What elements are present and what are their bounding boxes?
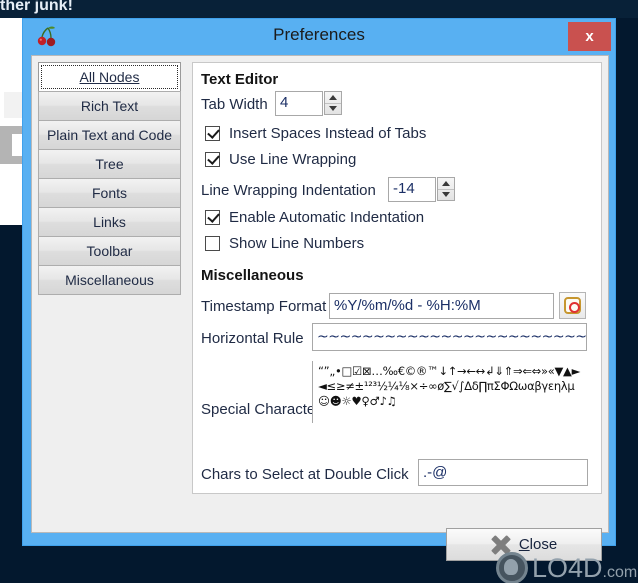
show-line-numbers-checkbox[interactable] <box>205 236 220 251</box>
wrap-indent-stepper[interactable] <box>437 177 455 201</box>
sidebar-item-miscellaneous[interactable]: Miscellaneous <box>38 265 181 295</box>
sidebar-item-tree[interactable]: Tree <box>38 149 181 179</box>
text-editor-group-title: Text Editor <box>201 71 279 88</box>
special-characters-input[interactable]: “”„•□☑⊠…‰€©®™↓↑→←↔↲⇓⇑⇒⇐⇔»«▼▲►◄≤≥≠±¹²³½¼⅛… <box>312 361 587 423</box>
sidebar-item-plain-text-and-code[interactable]: Plain Text and Code <box>38 120 181 150</box>
line-wrapping-checkbox[interactable] <box>205 152 220 167</box>
sidebar-item-toolbar[interactable]: Toolbar <box>38 236 181 266</box>
insert-spaces-checkbox[interactable] <box>205 126 220 141</box>
double-click-chars-label: Chars to Select at Double Click <box>201 466 409 483</box>
auto-indent-label: Enable Automatic Indentation <box>229 209 425 226</box>
show-line-numbers-checkbox-row[interactable]: Show Line Numbers <box>205 235 364 252</box>
auto-indent-checkbox[interactable] <box>205 210 220 225</box>
sidebar-item-all-nodes[interactable]: All Nodes <box>38 62 181 92</box>
window-titlebar[interactable]: Preferences x <box>23 19 615 55</box>
window-title: Preferences <box>273 25 365 44</box>
stepper-down-icon[interactable] <box>438 189 454 200</box>
close-button-label: Close <box>518 536 558 553</box>
timestamp-picker-icon <box>564 297 581 314</box>
insert-spaces-checkbox-row[interactable]: Insert Spaces Instead of Tabs <box>205 125 426 142</box>
close-button-rest: lose <box>529 536 558 553</box>
preferences-category-list: All Nodes Rich Text Plain Text and Code … <box>38 62 181 295</box>
screen: ther junk! LO4D.com LO4D.com Preferen <box>0 0 638 583</box>
preferences-window: Preferences x All Nodes Rich Text Plain … <box>22 18 616 561</box>
horizontal-rule-label: Horizontal Rule <box>201 330 304 347</box>
sidebar-item-links[interactable]: Links <box>38 207 181 237</box>
preferences-content-panel: Text Editor Tab Width 4 Insert Spaces In… <box>192 62 602 494</box>
horizontal-rule-input[interactable]: ~~~~~~~~~~~~~~~~~~~~~~~~~~~~~~~~~~~~~~~~… <box>312 323 587 351</box>
insert-spaces-label: Insert Spaces Instead of Tabs <box>229 125 427 142</box>
sidebar-item-rich-text[interactable]: Rich Text <box>38 91 181 121</box>
show-line-numbers-label: Show Line Numbers <box>229 235 365 252</box>
wrap-indent-label: Line Wrapping Indentation <box>201 182 376 199</box>
auto-indent-checkbox-row[interactable]: Enable Automatic Indentation <box>205 209 424 226</box>
sidebar-item-label: Rich Text <box>80 98 139 114</box>
double-click-chars-input[interactable]: .-@ <box>418 459 588 486</box>
line-wrapping-checkbox-row[interactable]: Use Line Wrapping <box>205 151 356 168</box>
special-characters-label: Special Characters <box>201 401 328 418</box>
sidebar-item-label: Links <box>93 214 126 230</box>
close-button[interactable]: Close <box>446 528 602 561</box>
timestamp-format-input[interactable]: %Y/%m/%d - %H:%M <box>329 293 554 319</box>
window-close-button[interactable]: x <box>568 22 611 51</box>
line-wrapping-label: Use Line Wrapping <box>229 151 357 168</box>
timestamp-format-label: Timestamp Format <box>201 298 327 315</box>
timestamp-picker-button[interactable] <box>559 292 586 319</box>
tab-width-label: Tab Width <box>201 96 268 113</box>
sidebar-item-fonts[interactable]: Fonts <box>38 178 181 208</box>
sidebar-item-label: Toolbar <box>86 243 133 259</box>
tab-width-input[interactable]: 4 <box>275 91 323 116</box>
sidebar-item-label: Fonts <box>91 185 127 201</box>
sidebar-item-label: Tree <box>95 156 124 172</box>
sidebar-item-label: Plain Text and Code <box>46 127 173 143</box>
stepper-down-icon[interactable] <box>325 103 341 114</box>
background-window-titlebar: ther junk! <box>0 0 638 18</box>
miscellaneous-group-title: Miscellaneous <box>201 267 304 284</box>
sidebar-item-label: Miscellaneous <box>65 272 154 288</box>
tab-width-stepper[interactable] <box>324 91 342 115</box>
wrap-indent-input[interactable]: -14 <box>388 177 436 202</box>
sidebar-item-label: All Nodes <box>79 69 140 85</box>
dialog-client-area: All Nodes Rich Text Plain Text and Code … <box>31 55 609 561</box>
background-window-title: ther junk! <box>0 0 73 14</box>
background-icon-upper <box>4 92 22 118</box>
close-x-icon <box>491 535 511 555</box>
